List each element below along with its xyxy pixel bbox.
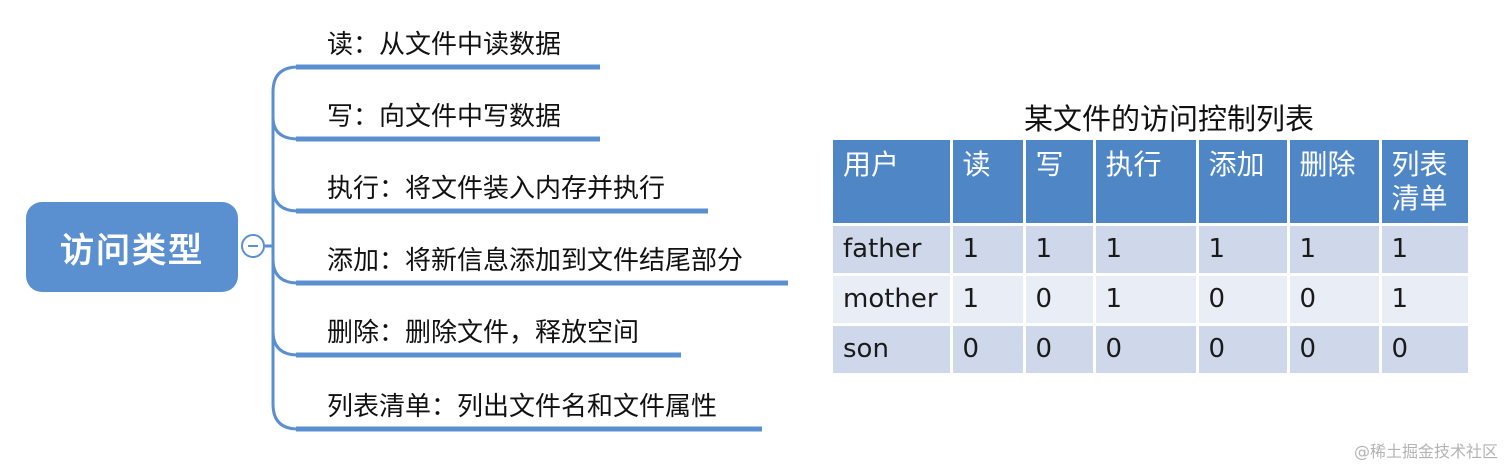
cell-user: father xyxy=(833,224,953,276)
col-header-list: 列表 清单 xyxy=(1380,140,1471,226)
branch-list[interactable]: 列表清单：列出文件名和文件属性 xyxy=(327,386,717,423)
col-header-read: 读 xyxy=(951,140,1026,226)
acl-header-row: 用户 读 写 执行 添加 删除 列表 清单 xyxy=(833,140,1471,226)
cell-delete: 0 xyxy=(1288,274,1382,326)
cell-write: 1 xyxy=(1024,224,1096,276)
cell-execute: 1 xyxy=(1094,274,1199,326)
cell-execute: 1 xyxy=(1094,224,1199,276)
col-header-delete: 删除 xyxy=(1288,140,1382,226)
trunk-line xyxy=(271,65,299,431)
branch-read[interactable]: 读：从文件中读数据 xyxy=(327,24,561,61)
cell-delete: 0 xyxy=(1288,324,1382,376)
cell-list: 1 xyxy=(1380,274,1471,326)
root-label: 访问类型 xyxy=(60,230,204,271)
table-row: son 0 0 0 0 0 0 xyxy=(833,324,1471,376)
mindmap-root-node[interactable]: 访问类型 xyxy=(26,202,238,292)
cell-write: 0 xyxy=(1024,324,1096,376)
cell-list: 1 xyxy=(1380,224,1471,276)
cell-user: son xyxy=(833,324,953,376)
col-header-append: 添加 xyxy=(1197,140,1290,226)
table-row: mother 1 0 1 0 0 1 xyxy=(833,274,1471,326)
collapse-icon[interactable] xyxy=(241,234,265,258)
watermark: @稀土掘金技术社区 xyxy=(1353,442,1498,461)
acl-table: 用户 读 写 执行 添加 删除 列表 清单 father 1 1 1 1 1 1… xyxy=(833,140,1471,376)
cell-delete: 1 xyxy=(1288,224,1382,276)
cell-append: 1 xyxy=(1197,224,1290,276)
cell-read: 0 xyxy=(951,324,1026,376)
cell-user: mother xyxy=(833,274,953,326)
cell-append: 0 xyxy=(1197,324,1290,376)
cell-execute: 0 xyxy=(1094,324,1199,376)
cell-write: 0 xyxy=(1024,274,1096,326)
col-header-write: 写 xyxy=(1024,140,1096,226)
branch-write[interactable]: 写：向文件中写数据 xyxy=(327,96,561,133)
branch-delete[interactable]: 删除：删除文件，释放空间 xyxy=(327,312,639,349)
cell-read: 1 xyxy=(951,274,1026,326)
cell-append: 0 xyxy=(1197,274,1290,326)
table-row: father 1 1 1 1 1 1 xyxy=(833,224,1471,276)
cell-read: 1 xyxy=(951,224,1026,276)
branch-append[interactable]: 添加：将新信息添加到文件结尾部分 xyxy=(327,240,743,277)
col-header-execute: 执行 xyxy=(1094,140,1199,226)
col-header-user: 用户 xyxy=(833,140,953,226)
branch-execute[interactable]: 执行：将文件装入内存并执行 xyxy=(327,168,665,205)
acl-table-title: 某文件的访问控制列表 xyxy=(1023,102,1314,136)
cell-list: 0 xyxy=(1380,324,1471,376)
